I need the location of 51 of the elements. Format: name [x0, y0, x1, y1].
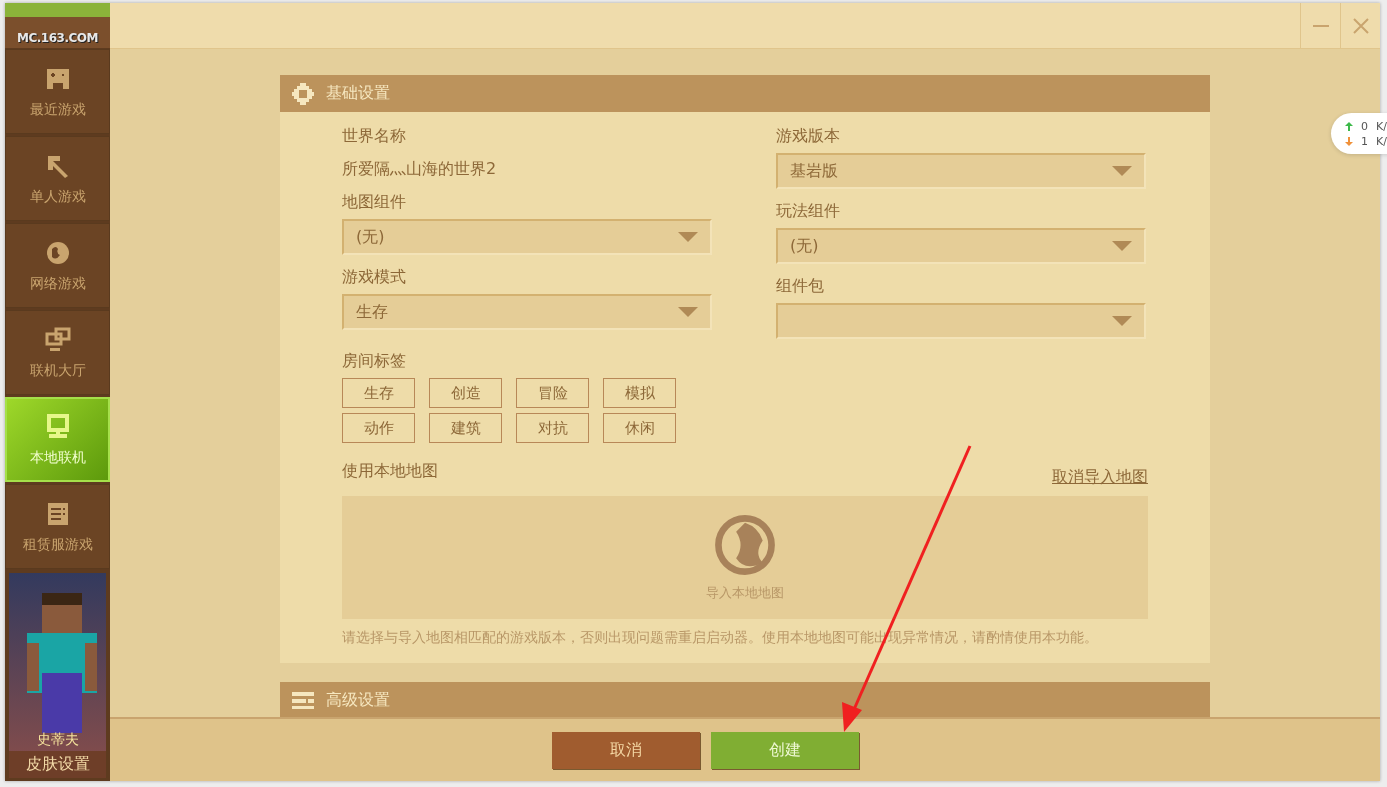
dropdown[interactable]: (无)	[342, 219, 712, 255]
sidebar-item[interactable]: 最近游戏	[5, 49, 110, 134]
field-label: 游戏版本	[776, 126, 841, 147]
monitors-icon	[43, 325, 72, 354]
tag-button[interactable]: 建筑	[429, 413, 502, 443]
close-icon	[1352, 17, 1369, 34]
dropdown[interactable]: (无)	[776, 228, 1146, 264]
sidebar-item[interactable]: 联机大厅	[5, 310, 110, 395]
avatar-panel[interactable]: 史蒂夫 皮肤设置	[9, 573, 106, 778]
logo: MC.163.COM	[17, 31, 98, 45]
dropdown[interactable]	[776, 303, 1146, 339]
caret-icon	[1112, 241, 1132, 251]
caret-icon	[678, 307, 698, 317]
field-label: 游戏模式	[342, 267, 407, 288]
field-label: 组件包	[776, 276, 825, 297]
caret-icon	[1112, 316, 1132, 326]
section-title: 高级设置	[326, 690, 390, 711]
caret-icon	[1112, 166, 1132, 176]
create-button[interactable]: 创建	[710, 731, 859, 769]
field-label: 使用本地地图	[342, 461, 438, 482]
tag-button[interactable]: 冒险	[516, 378, 589, 408]
tag-button[interactable]: 生存	[342, 378, 415, 408]
field-label: 世界名称	[342, 126, 407, 147]
globe-icon	[714, 513, 776, 576]
tag-button[interactable]: 动作	[342, 413, 415, 443]
field-label: 地图组件	[342, 192, 407, 213]
tag-button[interactable]: 模拟	[603, 378, 676, 408]
sidebar-item[interactable]: 网络游戏	[5, 223, 110, 308]
section-title: 基础设置	[326, 83, 390, 104]
down-arrow-icon	[1345, 137, 1354, 146]
world-name: 所爱隔灬山海的世界2	[342, 158, 498, 180]
avatar-name: 史蒂夫	[36, 731, 79, 749]
up-arrow-icon	[1345, 122, 1354, 131]
field-label: 玩法组件	[776, 201, 841, 222]
sidebar-item[interactable]: 本地联机	[5, 397, 110, 482]
sidebar-item[interactable]: 租赁服游戏	[5, 484, 110, 569]
sidebar-item[interactable]: 单人游戏	[5, 136, 110, 221]
minimize-icon	[1312, 24, 1329, 27]
tag-button[interactable]: 休闲	[603, 413, 676, 443]
gear-icon	[292, 82, 314, 105]
tag-button[interactable]: 创造	[429, 378, 502, 408]
speed-widget: 0 K/ 1 K/	[1331, 113, 1387, 154]
skin-settings-button[interactable]: 皮肤设置	[9, 751, 106, 778]
cancel-import-link[interactable]: 取消导入地图	[1052, 467, 1148, 488]
caret-icon	[678, 232, 698, 242]
field-label: 房间标签	[342, 351, 407, 372]
tag-button[interactable]: 对抗	[516, 413, 589, 443]
dropdown[interactable]: 基岩版	[776, 153, 1146, 189]
list-icon	[292, 691, 314, 710]
cancel-button[interactable]: 取消	[551, 731, 700, 769]
dropdown[interactable]: 生存	[342, 294, 712, 330]
